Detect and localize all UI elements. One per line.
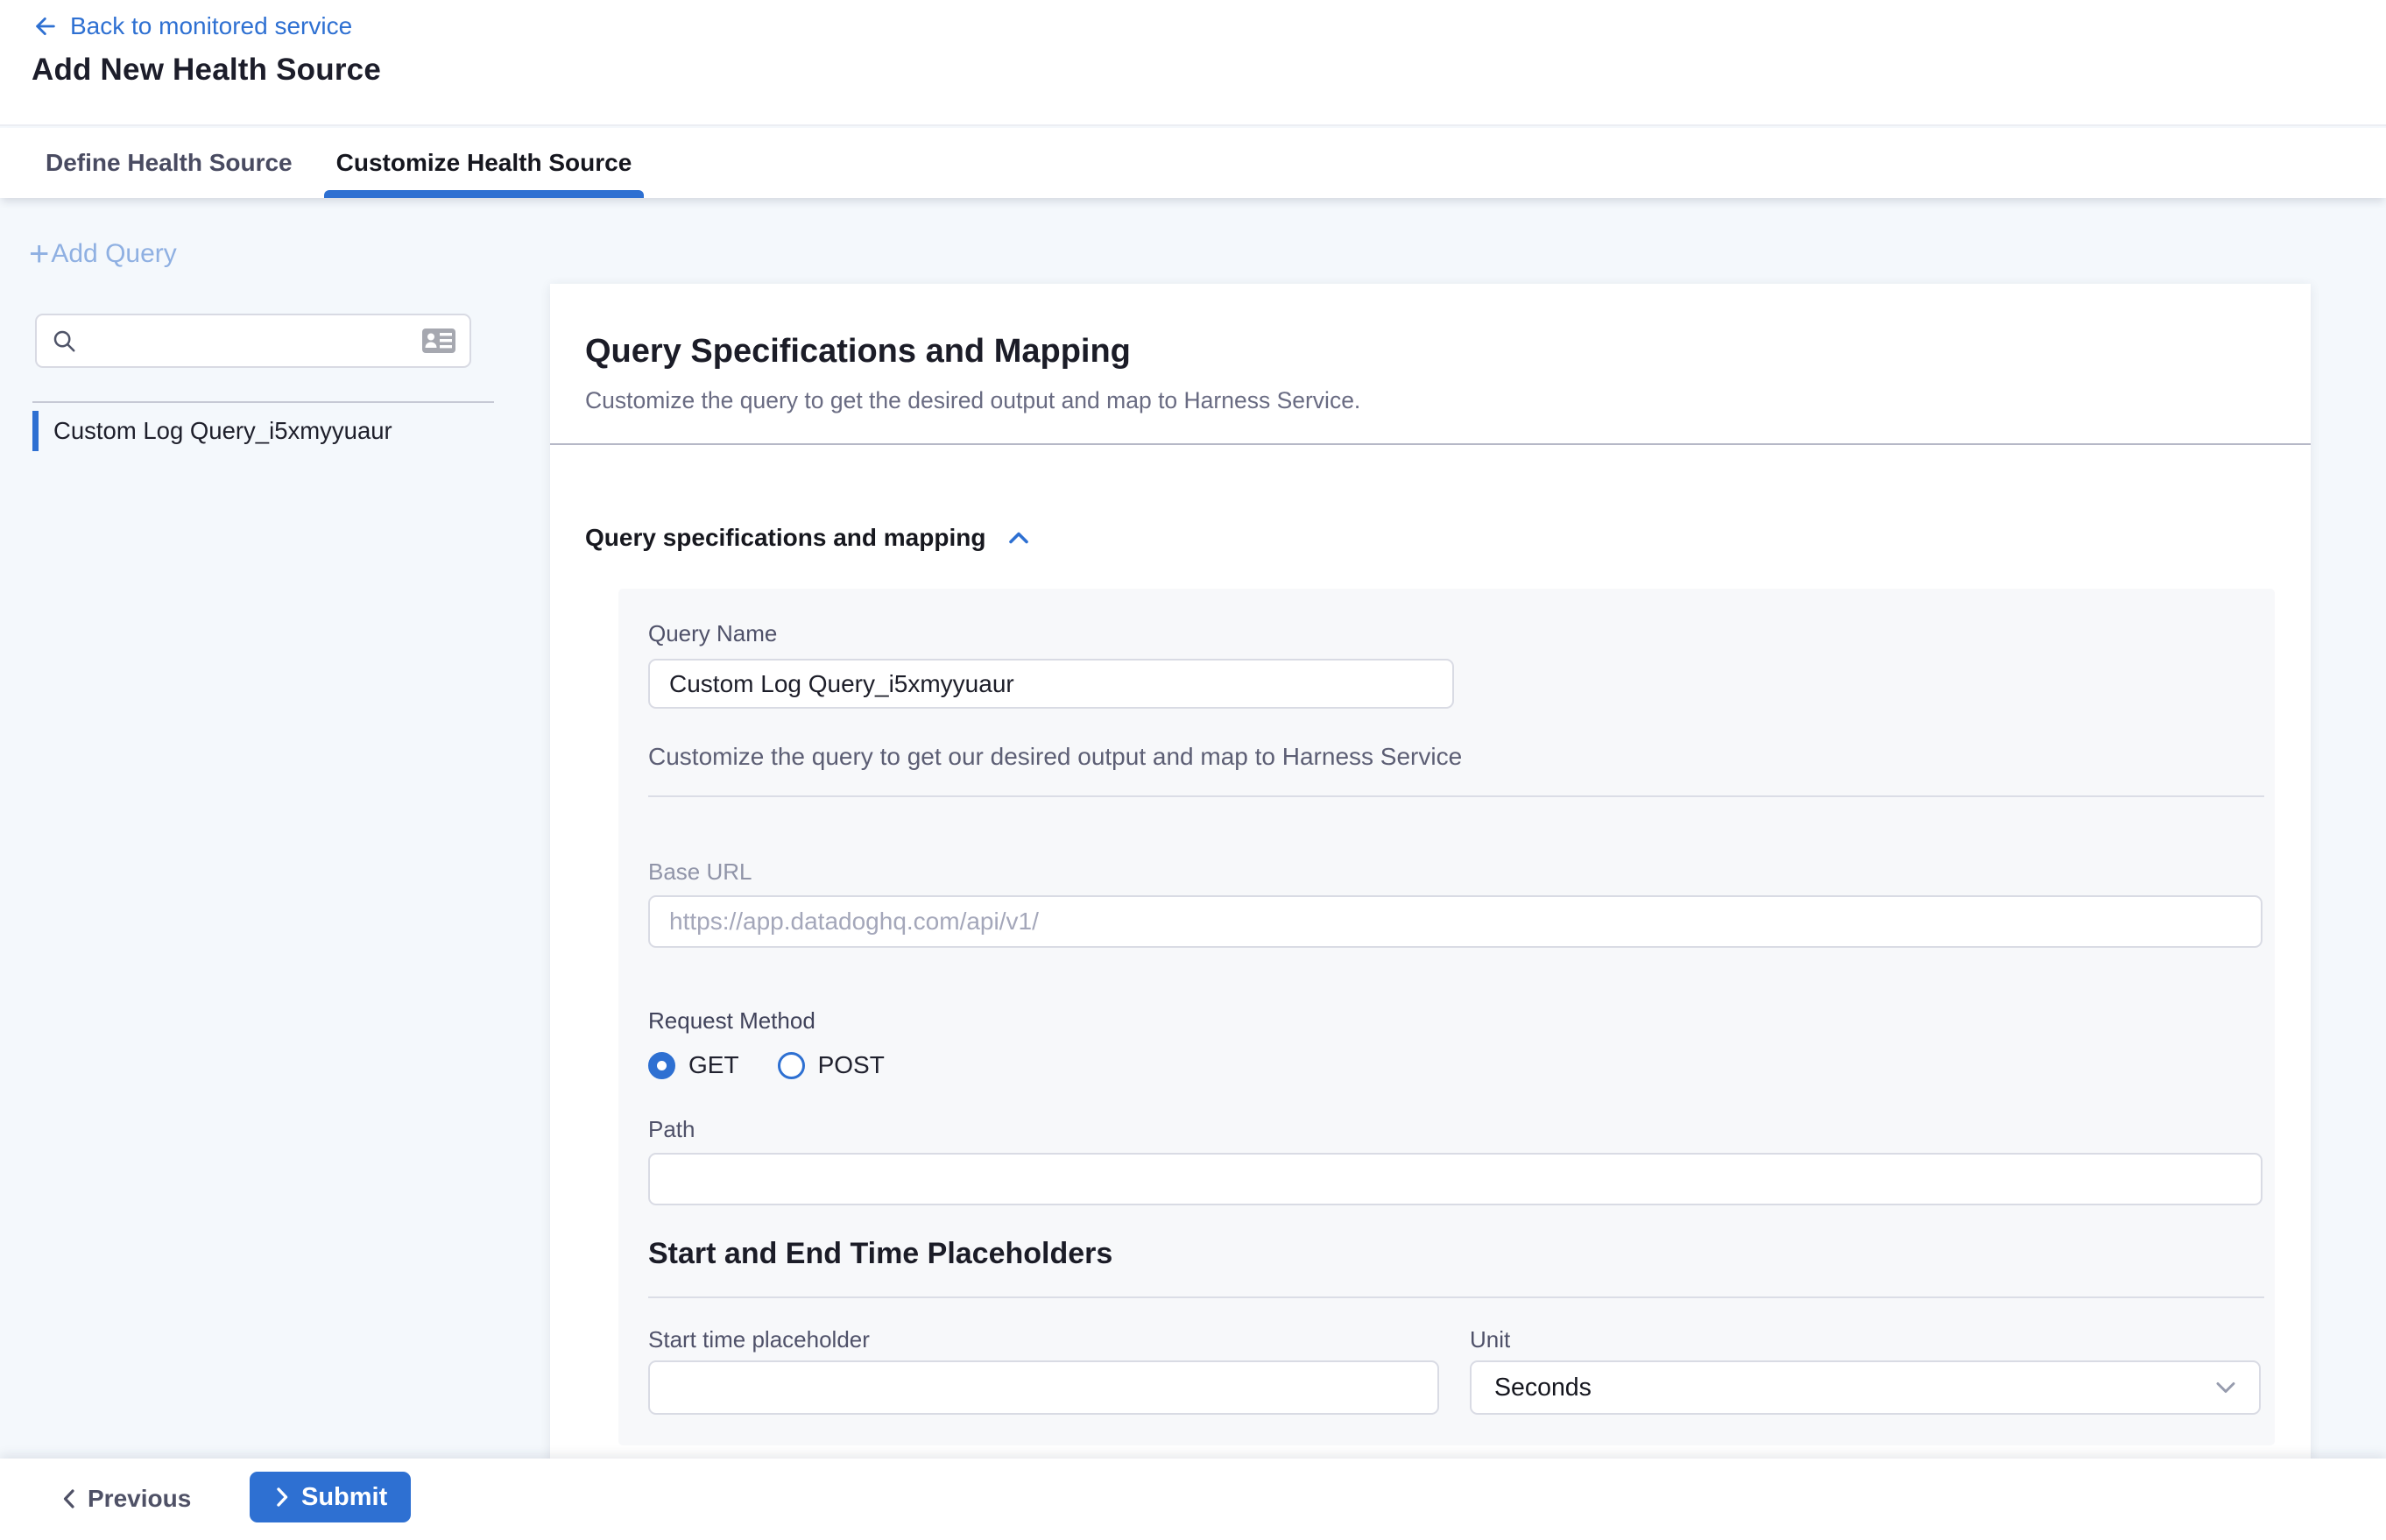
add-query-button[interactable]: + Add Query bbox=[29, 237, 177, 272]
section-collapse-toggle[interactable]: Query specifications and mapping bbox=[585, 519, 1031, 557]
page-title: Add New Health Source bbox=[32, 53, 381, 88]
app-root: Back to monitored service Add New Health… bbox=[0, 0, 2386, 1540]
plus-icon: + bbox=[29, 237, 49, 272]
chevron-left-icon bbox=[60, 1487, 79, 1510]
panel-title: Query Specifications and Mapping bbox=[585, 333, 1131, 371]
submit-button[interactable]: Submit bbox=[250, 1472, 411, 1522]
previous-button[interactable]: Previous bbox=[47, 1473, 203, 1524]
add-query-label: Add Query bbox=[51, 239, 176, 269]
radio-unselected-icon bbox=[778, 1052, 805, 1079]
query-helper-text: Customize the query to get our desired o… bbox=[648, 743, 1462, 771]
radio-get-label: GET bbox=[688, 1051, 739, 1079]
query-item-label: Custom Log Query_i5xmyyuaur bbox=[53, 417, 392, 445]
footer-bar: Previous Submit bbox=[0, 1459, 2386, 1540]
base-url-input[interactable] bbox=[648, 895, 2262, 948]
back-link-label: Back to monitored service bbox=[70, 12, 352, 40]
path-input[interactable] bbox=[648, 1153, 2262, 1205]
radio-post[interactable]: POST bbox=[778, 1051, 885, 1079]
radio-get[interactable]: GET bbox=[648, 1051, 739, 1079]
sidebar-divider bbox=[32, 401, 494, 403]
tab-customize-health-source[interactable]: Customize Health Source bbox=[324, 128, 645, 198]
tab-bar: Define Health Source Customize Health So… bbox=[0, 128, 2386, 198]
page-header: Back to monitored service Add New Health… bbox=[0, 0, 2386, 126]
search-icon bbox=[51, 328, 77, 354]
panel-divider bbox=[550, 443, 2311, 445]
request-method-label: Request Method bbox=[648, 1007, 815, 1035]
query-name-input[interactable] bbox=[648, 659, 1454, 709]
arrow-left-icon bbox=[32, 12, 60, 40]
unit-select-value: Seconds bbox=[1494, 1374, 1592, 1402]
selected-indicator-bar bbox=[32, 411, 39, 451]
search-input[interactable] bbox=[88, 327, 420, 356]
panel-subtitle: Customize the query to get the desired o… bbox=[585, 387, 1360, 414]
radio-post-label: POST bbox=[818, 1051, 885, 1079]
chevron-down-icon bbox=[2215, 1381, 2236, 1395]
id-card-icon bbox=[420, 326, 457, 356]
start-time-label: Start time placeholder bbox=[648, 1326, 870, 1353]
card-divider bbox=[648, 1296, 2264, 1298]
time-placeholders-heading: Start and End Time Placeholders bbox=[648, 1237, 1112, 1271]
chevron-right-icon bbox=[273, 1486, 291, 1508]
tab-define-health-source[interactable]: Define Health Source bbox=[33, 128, 305, 198]
path-label: Path bbox=[648, 1116, 695, 1143]
query-name-label: Query Name bbox=[648, 620, 777, 647]
start-time-input[interactable] bbox=[648, 1360, 1439, 1415]
query-spec-card: Query Name Customize the query to get ou… bbox=[618, 589, 2275, 1445]
submit-button-label: Submit bbox=[301, 1483, 387, 1512]
base-url-label: Base URL bbox=[648, 858, 752, 886]
query-mapping-panel: Query Specifications and Mapping Customi… bbox=[550, 284, 2311, 1465]
request-method-radio-group: GET POST bbox=[648, 1048, 885, 1083]
query-search-box bbox=[35, 314, 471, 368]
unit-select[interactable]: Seconds bbox=[1470, 1360, 2261, 1415]
back-to-monitored-service-link[interactable]: Back to monitored service bbox=[32, 12, 352, 40]
chevron-up-icon bbox=[1006, 529, 1031, 547]
section-header-label: Query specifications and mapping bbox=[585, 524, 985, 552]
query-list-item[interactable]: Custom Log Query_i5xmyyuaur bbox=[32, 408, 488, 454]
radio-selected-icon bbox=[648, 1052, 675, 1079]
card-divider bbox=[648, 795, 2264, 797]
unit-label: Unit bbox=[1470, 1326, 1510, 1353]
previous-button-label: Previous bbox=[88, 1485, 191, 1513]
